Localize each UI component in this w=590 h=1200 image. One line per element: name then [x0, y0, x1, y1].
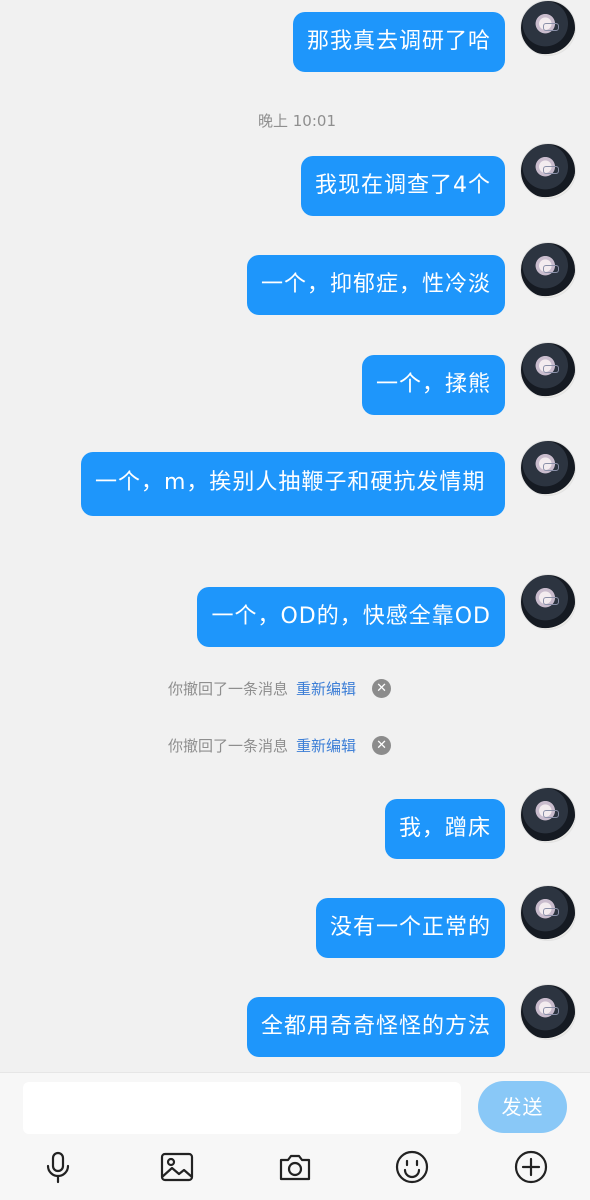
avatar[interactable]: [520, 143, 576, 199]
message-row: 我现在调查了4个: [301, 143, 576, 216]
toolbar: [0, 1145, 590, 1197]
plus-icon[interactable]: [511, 1145, 551, 1189]
re-edit-link[interactable]: 重新编辑: [296, 678, 356, 699]
chat-area[interactable]: 那我真去调研了哈 晚上 10:01 我现在调查了4个 一个，抑郁症，性冷淡 一个…: [0, 0, 590, 1072]
emoji-icon[interactable]: [392, 1145, 432, 1189]
recall-notice: 你撤回了一条消息 重新编辑 ✕: [168, 678, 392, 699]
avatar[interactable]: [520, 242, 576, 298]
message-bubble[interactable]: 我，蹭床: [384, 799, 505, 859]
message-row: 没有一个正常的: [315, 885, 576, 958]
message-bubble[interactable]: 一个，m，挨别人抽鞭子和硬抗发情期: [81, 452, 505, 516]
camera-icon[interactable]: [275, 1145, 315, 1189]
re-edit-link[interactable]: 重新编辑: [296, 735, 356, 756]
message-row: 一个，OD的，快感全靠OD: [197, 574, 576, 647]
image-icon[interactable]: [157, 1145, 197, 1189]
recall-notice: 你撤回了一条消息 重新编辑 ✕: [168, 735, 392, 756]
message-bubble[interactable]: 没有一个正常的: [315, 898, 505, 958]
message-row: 一个，揉熊: [361, 342, 576, 415]
avatar[interactable]: [520, 574, 576, 630]
message-row: 全都用奇奇怪怪的方法: [246, 984, 576, 1057]
avatar[interactable]: [520, 440, 576, 496]
avatar[interactable]: [520, 984, 576, 1040]
avatar[interactable]: [520, 342, 576, 398]
message-bubble[interactable]: 那我真去调研了哈: [292, 12, 505, 72]
message-bubble[interactable]: 一个，OD的，快感全靠OD: [197, 587, 505, 647]
message-input[interactable]: [23, 1082, 461, 1134]
send-button[interactable]: 发送: [478, 1081, 567, 1133]
recall-notice-text: 你撤回了一条消息: [168, 680, 289, 698]
message-bubble[interactable]: 一个，抑郁症，性冷淡: [246, 255, 505, 315]
message-row: 一个，m，挨别人抽鞭子和硬抗发情期: [81, 440, 576, 516]
message-row: 那我真去调研了哈: [292, 0, 576, 72]
input-bar: 发送: [0, 1072, 590, 1200]
message-row: 一个，抑郁症，性冷淡: [246, 242, 576, 315]
message-bubble[interactable]: 全都用奇奇怪怪的方法: [246, 997, 505, 1057]
recall-notice-text: 你撤回了一条消息: [168, 737, 289, 755]
message-bubble[interactable]: 一个，揉熊: [361, 355, 505, 415]
avatar[interactable]: [520, 0, 576, 56]
microphone-icon[interactable]: [38, 1145, 78, 1189]
avatar[interactable]: [520, 787, 576, 843]
close-icon[interactable]: ✕: [372, 679, 392, 698]
avatar[interactable]: [520, 885, 576, 941]
message-row: 我，蹭床: [384, 787, 576, 859]
message-bubble[interactable]: 我现在调查了4个: [301, 156, 505, 216]
close-icon[interactable]: ✕: [372, 736, 392, 755]
timestamp: 晚上 10:01: [258, 112, 336, 130]
